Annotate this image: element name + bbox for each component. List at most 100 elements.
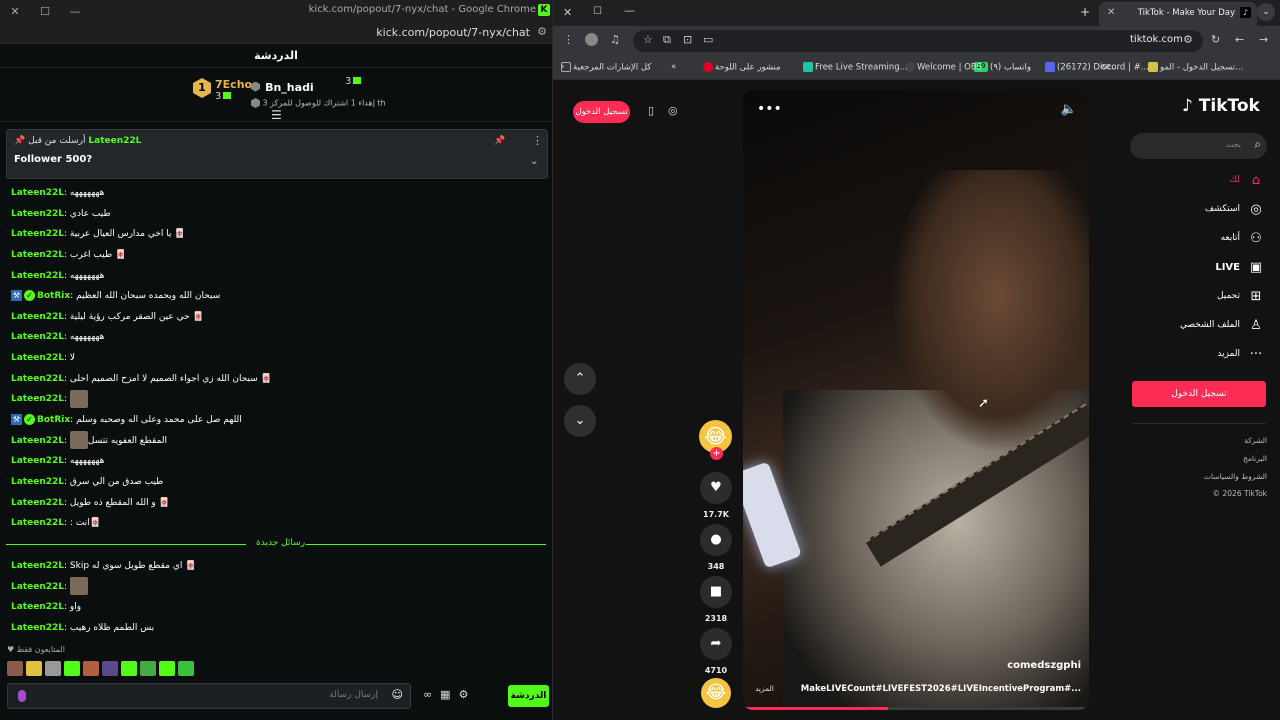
- chat-username[interactable]: Lateen22L: [11, 436, 64, 446]
- footer-link-terms[interactable]: الشروط والسياسات: [1204, 472, 1267, 481]
- chat-username[interactable]: Lateen22L: [11, 498, 64, 508]
- search-icon[interactable]: ⌕: [1254, 137, 1261, 152]
- nav-explore[interactable]: استكشف ◎: [1205, 199, 1264, 219]
- chat-username[interactable]: Lateen22L: [11, 394, 64, 404]
- star-icon[interactable]: ☆: [643, 33, 653, 46]
- device-icon[interactable]: ▯: [648, 104, 654, 117]
- creator-avatar[interactable]: 😂 +: [699, 420, 732, 460]
- nav-profile[interactable]: الملف الشخصي ♙: [1180, 315, 1264, 335]
- bookmark-icon[interactable]: ■: [700, 576, 732, 608]
- video-player[interactable]: ••• 🔈 comedszgphi المزيد MakeLIVECount#L…: [743, 90, 1089, 710]
- minimize-icon[interactable]: —: [60, 5, 90, 18]
- chat-username[interactable]: BotRix: [37, 291, 70, 301]
- chat-username[interactable]: Lateen22L: [11, 312, 64, 322]
- emoji-icon[interactable]: ☺: [392, 688, 403, 701]
- bookmark-6[interactable]: Free Live Streaming...: [803, 62, 908, 73]
- previous-video-button[interactable]: ⌃: [564, 363, 596, 395]
- store-icon[interactable]: ▦: [440, 688, 450, 701]
- chat-username[interactable]: Lateen22L: [11, 229, 64, 239]
- nav-following[interactable]: أتابعه ⚇: [1221, 228, 1264, 248]
- install-app-icon[interactable]: ⊡: [683, 33, 692, 46]
- chat-username[interactable]: Lateen22L: [11, 561, 64, 571]
- chat-username[interactable]: Lateen22L: [11, 271, 64, 281]
- chat-username[interactable]: Lateen22L: [11, 477, 64, 487]
- site-settings-icon[interactable]: ⚙: [537, 25, 547, 38]
- infinity-icon[interactable]: ∞: [423, 688, 432, 701]
- video-progress-bar[interactable]: [743, 707, 1089, 710]
- bookmark-4[interactable]: 19 (٩) واتساب: [974, 62, 1031, 73]
- chat-username[interactable]: Lateen22L: [11, 353, 64, 363]
- emote[interactable]: [7, 661, 23, 676]
- chat-username[interactable]: Lateen22L: [11, 602, 64, 612]
- settings-icon[interactable]: ⚙: [459, 688, 469, 701]
- video-options-icon[interactable]: •••: [757, 101, 782, 117]
- emote[interactable]: [121, 661, 137, 676]
- comment-action[interactable]: ● 348: [699, 524, 733, 571]
- tab-tiktok[interactable]: ✕ TikTok - Make Your Day ♪: [1099, 2, 1257, 26]
- nav-more[interactable]: المزيد ···: [1217, 344, 1264, 364]
- nav-for-you[interactable]: لك ⌂: [1230, 170, 1264, 190]
- pin-icon[interactable]: 📌: [494, 136, 505, 146]
- kick-url[interactable]: kick.com/popout/7-nyx/chat: [376, 26, 530, 39]
- maximize-icon[interactable]: ☐: [30, 5, 60, 18]
- address-url[interactable]: tiktok.com: [1130, 34, 1183, 45]
- chat-username[interactable]: Lateen22L: [11, 518, 64, 528]
- minimize-icon[interactable]: —: [624, 4, 635, 17]
- save-action[interactable]: ■ 2318: [699, 576, 733, 623]
- chat-username[interactable]: Lateen22L: [11, 623, 64, 633]
- chat-username[interactable]: Lateen22L: [11, 456, 64, 466]
- reload-icon[interactable]: ↻: [1211, 33, 1220, 46]
- address-bar[interactable]: [633, 30, 1203, 52]
- chat-username[interactable]: Lateen22L: [11, 374, 64, 384]
- cast-icon[interactable]: ▭: [703, 33, 713, 46]
- filter-icon[interactable]: ☰: [271, 108, 282, 122]
- extension-icon[interactable]: ⧉: [663, 33, 671, 47]
- emote[interactable]: [178, 661, 194, 676]
- chrome-menu-icon[interactable]: ⋮: [563, 33, 574, 46]
- share-action[interactable]: ➦ 4710: [699, 628, 733, 675]
- chat-username[interactable]: Lateen22L: [11, 582, 64, 592]
- footer-link-company[interactable]: الشركة: [1244, 436, 1267, 445]
- kebab-menu-icon[interactable]: ⋮: [532, 134, 543, 147]
- bookmark-7[interactable]: منشور على اللوحة: [703, 62, 781, 73]
- pinned-message[interactable]: 📌 أرسلت من قبل Lateen22L Follower 500? 📌…: [6, 129, 548, 179]
- emote[interactable]: [45, 661, 61, 676]
- tiktok-logo[interactable]: ♪ TikTok: [1182, 96, 1260, 116]
- caption-more-link[interactable]: المزيد: [755, 684, 774, 693]
- compass-small-icon[interactable]: ◎: [668, 104, 678, 117]
- chevron-down-icon[interactable]: ⌄: [530, 156, 538, 167]
- chat-username[interactable]: Lateen22L: [11, 332, 64, 342]
- comment-icon[interactable]: ●: [700, 524, 732, 556]
- heart-icon[interactable]: ♥: [700, 472, 732, 504]
- bookmarks-more-icon[interactable]: «: [671, 62, 676, 72]
- chat-username[interactable]: BotRix: [37, 415, 70, 425]
- chat-input[interactable]: إرسال رسالة ☺: [7, 683, 411, 709]
- emote[interactable]: [159, 661, 175, 676]
- pinned-author[interactable]: Lateen22L: [88, 136, 141, 146]
- chat-username[interactable]: Lateen22L: [11, 250, 64, 260]
- share-icon[interactable]: ➦: [700, 628, 732, 660]
- emote[interactable]: [102, 661, 118, 676]
- next-video-button[interactable]: ⌄: [564, 405, 596, 437]
- tab-search-icon[interactable]: ⌄: [1257, 3, 1275, 21]
- music-disc-icon[interactable]: 😂: [701, 678, 731, 708]
- bookmark-5[interactable]: Welcome | OBS: [905, 62, 982, 73]
- tab-close-icon[interactable]: ✕: [1107, 7, 1115, 18]
- maximize-icon[interactable]: ☐: [593, 6, 602, 17]
- search-input[interactable]: بحث ⌕: [1130, 133, 1267, 159]
- profile-avatar-icon[interactable]: [585, 33, 598, 46]
- emote[interactable]: [26, 661, 42, 676]
- bookmark-1[interactable]: تسجيل الدخول - المو...: [1148, 62, 1243, 73]
- sound-icon[interactable]: 🔈: [1061, 102, 1077, 117]
- media-control-icon[interactable]: ♫: [610, 33, 620, 46]
- bookmark-3[interactable]: (26172) Discord | #...: [1045, 62, 1149, 73]
- nav-upload[interactable]: تحميل ⊞: [1217, 286, 1264, 306]
- like-action[interactable]: ♥ 17.7K: [699, 472, 733, 519]
- send-chat-button[interactable]: الدردشة: [508, 685, 549, 707]
- follow-plus-icon[interactable]: +: [710, 447, 723, 460]
- login-button[interactable]: تسجيل الدخول: [1132, 381, 1266, 407]
- forward-icon[interactable]: ←: [1235, 33, 1244, 46]
- leader-first-name[interactable]: 7Echo: [215, 78, 252, 91]
- chat-username[interactable]: Lateen22L: [11, 209, 64, 219]
- emote[interactable]: [83, 661, 99, 676]
